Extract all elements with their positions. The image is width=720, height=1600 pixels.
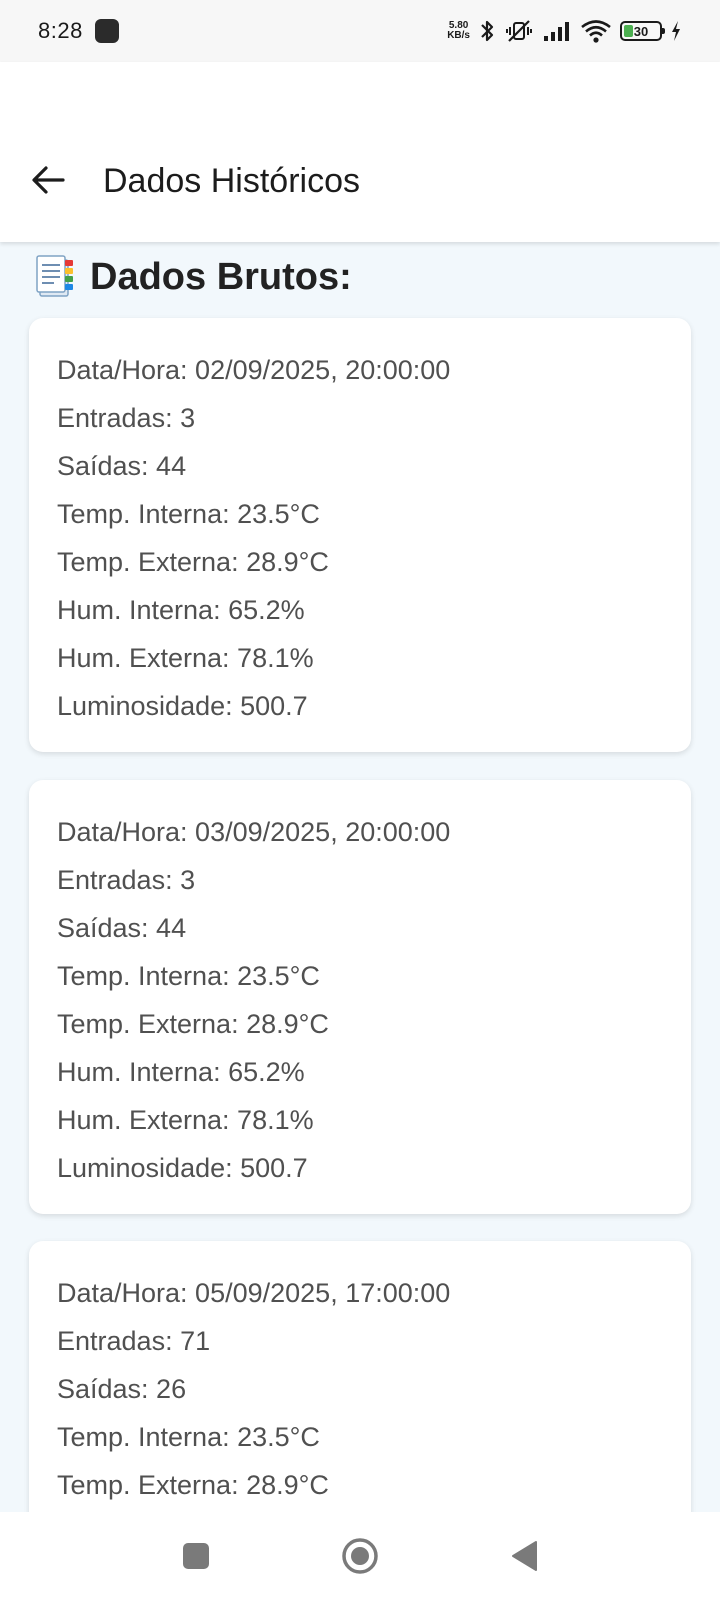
- home-circle-icon: [342, 1538, 378, 1574]
- wifi-icon: [580, 19, 612, 43]
- section-title: Dados Brutos:: [90, 256, 352, 298]
- signal-icon: [542, 20, 572, 42]
- record-saidas: Saídas: 44: [57, 913, 187, 943]
- screen: 8:28 5.80 KB/s 30 Dados Históricos Dados…: [0, 0, 720, 1600]
- net-speed-unit: KB/s: [447, 30, 470, 41]
- status-bar: 8:28 5.80 KB/s 30: [0, 0, 720, 62]
- record-hum-interna: Hum. Interna: 65.2%: [57, 1057, 305, 1087]
- battery-level: 30: [633, 23, 649, 39]
- notepad-icon: [34, 252, 76, 303]
- recents-square-icon: [183, 1543, 209, 1569]
- record-hum-externa: Hum. Externa: 78.1%: [57, 643, 314, 673]
- record-temp-externa: Temp. Externa: 28.9°C: [57, 1009, 329, 1039]
- record-saidas: Saídas: 26: [57, 1374, 187, 1404]
- page-title: Dados Históricos: [103, 162, 360, 200]
- battery-icon: 30: [620, 21, 665, 41]
- record-entradas: Entradas: 3: [57, 865, 196, 895]
- record-saidas: Saídas: 44: [57, 451, 187, 481]
- app-bar: Dados Históricos: [0, 62, 720, 242]
- status-time: 8:28: [38, 18, 83, 43]
- record-temp-interna: Temp. Interna: 23.5°C: [57, 499, 320, 529]
- home-button[interactable]: [338, 1534, 382, 1578]
- bluetooth-icon: [478, 19, 496, 43]
- record-temp-externa: Temp. Externa: 28.9°C: [57, 547, 329, 577]
- section-header: Dados Brutos:: [34, 252, 352, 303]
- back-triangle-icon: [512, 1541, 537, 1571]
- system-nav-bar: [0, 1512, 720, 1600]
- record-datetime: Data/Hora: 03/09/2025, 20:00:00: [57, 817, 451, 847]
- back-nav-button[interactable]: [502, 1534, 546, 1578]
- record-luminosidade: Luminosidade: 500.7: [57, 691, 308, 721]
- record-hum-interna: Hum. Interna: 65.2%: [57, 595, 305, 625]
- app-notification-icon: [94, 19, 119, 43]
- status-icons: 5.80 KB/s 30: [447, 19, 682, 43]
- charging-icon: [670, 20, 682, 42]
- record-entradas: Entradas: 71: [57, 1326, 211, 1356]
- records-list[interactable]: Dados Brutos: Data/Hora: 02/09/2025, 20:…: [0, 242, 720, 1512]
- recents-button[interactable]: [174, 1534, 218, 1578]
- record-card: Data/Hora: 02/09/2025, 20:00:00 Entradas…: [29, 318, 691, 752]
- battery-fill: [624, 25, 633, 37]
- record-entradas: Entradas: 3: [57, 403, 196, 433]
- record-temp-interna: Temp. Interna: 23.5°C: [57, 961, 320, 991]
- record-hum-externa: Hum. Externa: 78.1%: [57, 1105, 314, 1135]
- record-card: Data/Hora: 05/09/2025, 17:00:00 Entradas…: [29, 1241, 691, 1512]
- back-button[interactable]: [26, 158, 70, 202]
- record-datetime: Data/Hora: 05/09/2025, 17:00:00: [57, 1278, 451, 1308]
- record-card: Data/Hora: 03/09/2025, 20:00:00 Entradas…: [29, 780, 691, 1214]
- net-speed: 5.80 KB/s: [447, 21, 470, 41]
- arrow-left-icon: [32, 166, 65, 194]
- record-temp-externa: Temp. Externa: 28.9°C: [57, 1470, 329, 1500]
- record-luminosidade: Luminosidade: 500.7: [57, 1153, 308, 1183]
- vibrate-off-icon: [504, 19, 534, 43]
- record-datetime: Data/Hora: 02/09/2025, 20:00:00: [57, 355, 451, 385]
- record-temp-interna: Temp. Interna: 23.5°C: [57, 1422, 320, 1452]
